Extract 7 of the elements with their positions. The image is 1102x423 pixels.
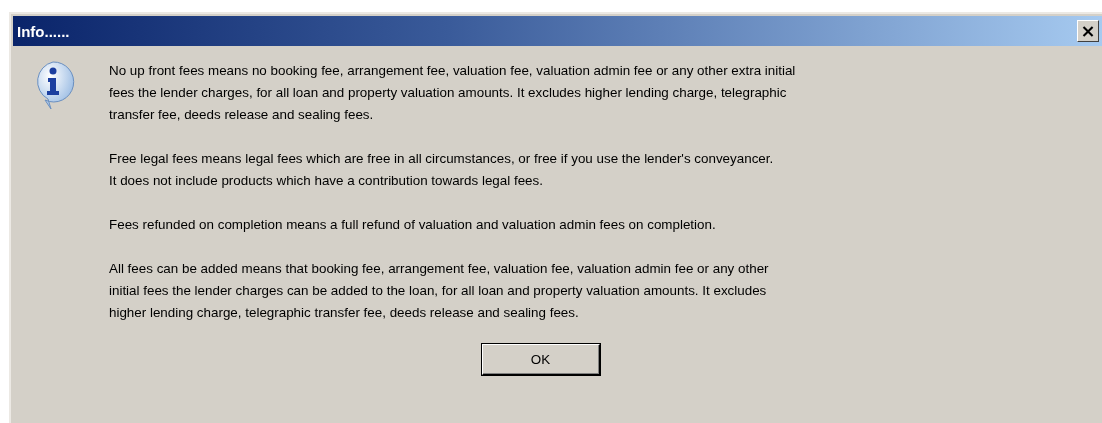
info-paragraph: Free legal fees means legal fees which are free in all circumstances, or free if you use the lender's conveyancer. It does not include products which have a contribution towards legal fees. — [109, 150, 775, 190]
info-paragraph: No up front fees means no booking fee, arrangement fee, valuation fee, valuation admin fee or any other extra initial fees the lender charges, for all loan and property valuation amounts. It excludes higher lending charge, telegraphic transfer fee, deeds release and sealing fees. — [109, 62, 797, 124]
info-paragraph: Fees refunded on completion means a full refund of valuation and valuation admin fees on completion. — [109, 216, 717, 234]
ok-button[interactable]: OK — [481, 344, 600, 375]
info-paragraph: All fees can be added means that booking fee, arrangement fee, valuation fee, valuation admin fee or any other initial fees the lender charges can be added to the loan, for all loan and property valuation amounts. It excludes higher lending charge, telegraphic transfer fee, deeds release and sealing fees. — [109, 260, 770, 322]
close-button[interactable]: × — [1077, 20, 1099, 42]
window-title: Info...... — [17, 22, 70, 40]
